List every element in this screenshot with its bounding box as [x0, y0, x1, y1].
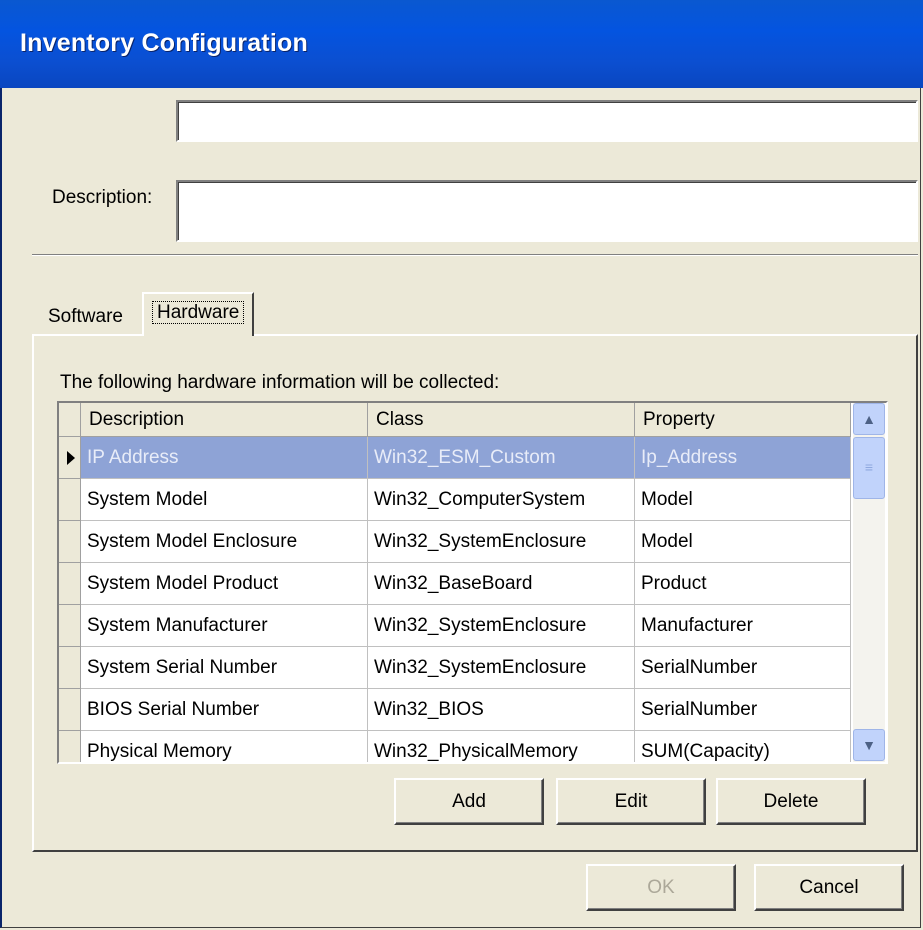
description-field[interactable] [176, 180, 918, 242]
row-header [59, 521, 81, 563]
cell-property[interactable]: Model [635, 479, 851, 521]
table-row[interactable]: System Serial Number Win32_SystemEnclosu… [59, 647, 851, 689]
column-header-property[interactable]: Property [635, 403, 851, 437]
delete-button-label: Delete [763, 791, 819, 812]
row-header [59, 647, 81, 689]
table-row[interactable]: System Manufacturer Win32_SystemEnclosur… [59, 605, 851, 647]
row-header [59, 689, 81, 731]
row-header [59, 437, 81, 479]
edit-button-label: Edit [614, 791, 648, 812]
separator [32, 254, 918, 256]
cell-description[interactable]: System Model Enclosure [81, 521, 368, 563]
cell-property[interactable]: SUM(Capacity) [635, 731, 851, 762]
cell-description[interactable]: System Manufacturer [81, 605, 368, 647]
table-row[interactable]: Physical Memory Win32_PhysicalMemory SUM… [59, 731, 851, 762]
chevron-up-icon: ▲ [862, 411, 876, 427]
add-button-label: Add [452, 791, 486, 812]
ok-button-label: OK [647, 877, 675, 898]
cancel-button[interactable]: Cancel [754, 864, 904, 911]
table-row[interactable]: IP Address Win32_ESM_Custom Ip_Address [59, 437, 851, 479]
cell-class[interactable]: Win32_SystemEnclosure [368, 647, 635, 689]
tab-hardware-label: Hardware [152, 301, 245, 324]
table-row[interactable]: System Model Win32_ComputerSystem Model [59, 479, 851, 521]
window-title: Inventory Configuration [20, 29, 308, 57]
cell-class[interactable]: Win32_ESM_Custom [368, 437, 635, 479]
cell-property[interactable]: Ip_Address [635, 437, 851, 479]
name-field[interactable] [176, 100, 918, 142]
row-header [59, 731, 81, 762]
grid-caption: The following hardware information will … [60, 372, 500, 393]
scroll-thumb[interactable]: ≡ [853, 437, 885, 499]
cancel-button-label: Cancel [799, 877, 859, 898]
hardware-grid[interactable]: Description Class Property IP Address Wi… [57, 401, 888, 764]
tab-hardware[interactable]: Hardware [142, 292, 255, 336]
cell-class[interactable]: Win32_BIOS [368, 689, 635, 731]
cell-property[interactable]: Product [635, 563, 851, 605]
cell-property[interactable]: SerialNumber [635, 689, 851, 731]
chevron-down-icon: ▼ [862, 737, 876, 753]
cell-description[interactable]: IP Address [81, 437, 368, 479]
cell-description[interactable]: System Model Product [81, 563, 368, 605]
tab-software[interactable]: Software [40, 300, 131, 334]
scroll-down-button[interactable]: ▼ [853, 729, 885, 761]
cell-description[interactable]: BIOS Serial Number [81, 689, 368, 731]
cell-property[interactable]: Model [635, 521, 851, 563]
cell-description[interactable]: System Model [81, 479, 368, 521]
description-label: Description: [52, 187, 153, 208]
title-bar[interactable]: Inventory Configuration [0, 0, 923, 88]
cell-class[interactable]: Win32_ComputerSystem [368, 479, 635, 521]
cell-property[interactable]: Manufacturer [635, 605, 851, 647]
cell-class[interactable]: Win32_SystemEnclosure [368, 605, 635, 647]
ok-button[interactable]: OK [586, 864, 736, 911]
edit-button[interactable]: Edit [556, 778, 706, 825]
grip-icon: ≡ [864, 459, 874, 475]
scroll-up-button[interactable]: ▲ [853, 403, 885, 435]
delete-button[interactable]: Delete [716, 778, 866, 825]
tab-software-label: Software [48, 306, 123, 327]
grid-corner-header [59, 403, 81, 437]
row-header [59, 479, 81, 521]
vertical-scrollbar[interactable]: ▲ ≡ ▼ [853, 403, 885, 762]
table-row[interactable]: System Model Enclosure Win32_SystemEnclo… [59, 521, 851, 563]
row-header [59, 605, 81, 647]
column-header-description[interactable]: Description [81, 403, 368, 437]
cell-description[interactable]: System Serial Number [81, 647, 368, 689]
table-row[interactable]: BIOS Serial Number Win32_BIOS SerialNumb… [59, 689, 851, 731]
cell-class[interactable]: Win32_BaseBoard [368, 563, 635, 605]
cell-property[interactable]: SerialNumber [635, 647, 851, 689]
table-row[interactable]: System Model Product Win32_BaseBoard Pro… [59, 563, 851, 605]
row-header [59, 563, 81, 605]
column-header-description-label: Description [89, 409, 185, 430]
cell-class[interactable]: Win32_PhysicalMemory [368, 731, 635, 762]
column-header-class[interactable]: Class [368, 403, 635, 437]
cell-description[interactable]: Physical Memory [81, 731, 368, 762]
add-button[interactable]: Add [394, 778, 544, 825]
cell-class[interactable]: Win32_SystemEnclosure [368, 521, 635, 563]
column-header-property-label: Property [643, 409, 715, 430]
column-header-class-label: Class [376, 409, 424, 430]
row-pointer-icon [67, 451, 75, 465]
